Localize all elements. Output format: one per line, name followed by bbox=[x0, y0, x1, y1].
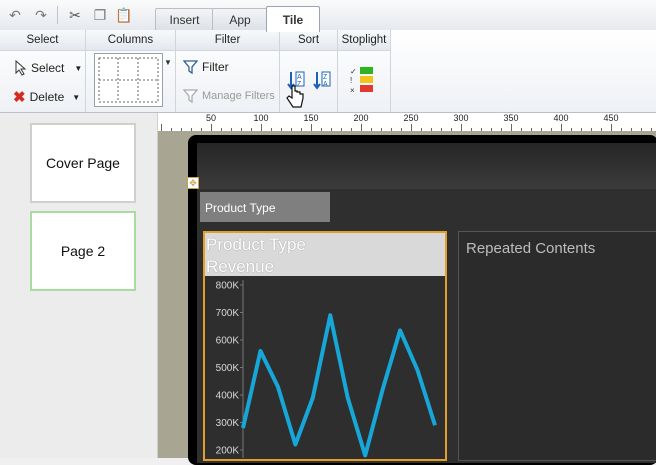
y-tick-label: 700K bbox=[216, 308, 240, 319]
svg-text:!: ! bbox=[350, 76, 352, 85]
ruler-tick bbox=[261, 124, 262, 131]
columns-group: Columns ▼ bbox=[86, 30, 176, 112]
ruler-tick bbox=[461, 124, 462, 131]
svg-text:×: × bbox=[350, 86, 355, 95]
sort-group: Sort AZ ZA bbox=[280, 30, 338, 112]
sort-group-title: Sort bbox=[280, 30, 337, 51]
page-list-pane: Cover Page Page 2 bbox=[0, 113, 158, 458]
manage-filters-button[interactable]: Manage Filters bbox=[183, 88, 275, 103]
y-tick-label: 600K bbox=[216, 336, 240, 347]
ruler-tick bbox=[211, 124, 212, 131]
chevron-down-icon: ▼ bbox=[72, 93, 80, 102]
page-label: Page 2 bbox=[61, 243, 105, 259]
stoplight-button[interactable]: ✓ ! × bbox=[350, 66, 376, 99]
sort-descending-icon: ZA bbox=[312, 70, 332, 92]
ruler-label: 50 bbox=[206, 113, 216, 123]
chevron-down-icon[interactable]: ▼ bbox=[164, 58, 172, 67]
move-handle-icon[interactable]: ✥ bbox=[187, 177, 199, 189]
ruler-tick bbox=[611, 124, 612, 131]
tile-title: Product Type bbox=[206, 235, 306, 255]
delete-button-label: Delete bbox=[30, 90, 65, 104]
ruler-tick bbox=[411, 124, 412, 131]
ruler-tick bbox=[511, 124, 512, 131]
cut-icon[interactable]: ✂ bbox=[66, 6, 84, 24]
filter-group-title: Filter bbox=[176, 30, 279, 51]
ruler-tick bbox=[561, 124, 562, 131]
funnel-icon bbox=[183, 59, 198, 74]
page-thumbnail-cover-page[interactable]: Cover Page bbox=[30, 123, 136, 203]
select-group-title: Select bbox=[0, 30, 85, 51]
paste-icon[interactable]: 📋 bbox=[115, 6, 133, 24]
select-group: Select Select ▼ ✖ Delete ▼ bbox=[0, 30, 86, 112]
copy-icon[interactable]: ❐ bbox=[91, 6, 109, 24]
y-tick-label: 400K bbox=[216, 391, 240, 402]
repeated-contents-label: Repeated Contents bbox=[466, 240, 595, 257]
funnel-icon bbox=[183, 88, 198, 103]
filter-button-label: Filter bbox=[202, 60, 229, 74]
ruler-label: 300 bbox=[453, 113, 468, 123]
horizontal-ruler: 50 100 150 200 250 300 350 400 450 bbox=[158, 113, 656, 132]
select-button-label: Select bbox=[31, 61, 64, 75]
stoplight-group: Stoplight ✓ ! × bbox=[338, 30, 391, 112]
column-grid-icon bbox=[95, 54, 162, 106]
page-label: Cover Page bbox=[46, 155, 120, 171]
ruler-tick bbox=[311, 124, 312, 131]
ribbon: Select Select ▼ ✖ Delete ▼ Columns ▼ Fil… bbox=[0, 30, 656, 113]
quick-access-toolbar: ↶ ↷ ✂ ❐ 📋 Insert App Tile bbox=[0, 0, 656, 31]
ruler-label: 400 bbox=[553, 113, 568, 123]
tab-tile[interactable]: Tile bbox=[266, 6, 320, 32]
filter-button[interactable]: Filter bbox=[183, 59, 229, 74]
y-tick-label: 300K bbox=[216, 418, 240, 429]
svg-text:✓: ✓ bbox=[350, 67, 357, 76]
svg-text:A: A bbox=[323, 81, 328, 88]
sort-descending-button[interactable]: ZA bbox=[312, 70, 332, 95]
ruler-label: 150 bbox=[303, 113, 318, 123]
hand-cursor-icon bbox=[284, 84, 306, 113]
ruler-tick bbox=[361, 124, 362, 131]
y-tick-label: 800K bbox=[216, 281, 240, 292]
stoplight-icon: ✓ ! × bbox=[350, 66, 376, 96]
ruler-tick bbox=[161, 124, 162, 131]
repeated-contents-panel[interactable]: Repeated Contents bbox=[458, 231, 656, 461]
delete-button[interactable]: ✖ Delete ▼ bbox=[13, 88, 80, 106]
cursor-icon bbox=[13, 60, 27, 76]
delete-icon: ✖ bbox=[13, 88, 26, 106]
revenue-line-chart: 800K 700K 600K 500K 400K 300K 200K bbox=[205, 276, 445, 458]
stoplight-group-title: Stoplight bbox=[338, 30, 390, 51]
y-tick-label: 500K bbox=[216, 363, 240, 374]
toolbar-separator bbox=[57, 6, 58, 24]
manage-filters-label: Manage Filters bbox=[202, 90, 275, 102]
dashboard-banner[interactable] bbox=[197, 143, 656, 189]
y-tick-label: 200K bbox=[216, 446, 240, 457]
page-thumbnail-page-2[interactable]: Page 2 bbox=[30, 211, 136, 291]
redo-icon[interactable]: ↷ bbox=[32, 6, 50, 24]
ruler-label: 100 bbox=[253, 113, 268, 123]
ruler-label: 200 bbox=[353, 113, 368, 123]
columns-group-title: Columns bbox=[86, 30, 175, 51]
columns-layout-button[interactable] bbox=[94, 53, 163, 107]
filter-group: Filter Filter Manage Filters bbox=[176, 30, 280, 112]
select-button[interactable]: Select ▼ bbox=[13, 60, 82, 76]
tile-subtitle: Revenue bbox=[206, 257, 274, 277]
ruler-label: 250 bbox=[403, 113, 418, 123]
chevron-down-icon: ▼ bbox=[74, 64, 82, 73]
ruler-label: 450 bbox=[603, 113, 618, 123]
revenue-series-line bbox=[243, 315, 435, 455]
tab-insert[interactable]: Insert bbox=[155, 8, 214, 31]
undo-icon[interactable]: ↶ bbox=[6, 6, 24, 24]
product-type-prompt[interactable]: Product Type bbox=[200, 192, 330, 222]
svg-text:Z: Z bbox=[323, 74, 328, 81]
ruler-label: 350 bbox=[503, 113, 518, 123]
svg-text:A: A bbox=[297, 74, 302, 81]
tab-app[interactable]: App bbox=[212, 8, 268, 31]
